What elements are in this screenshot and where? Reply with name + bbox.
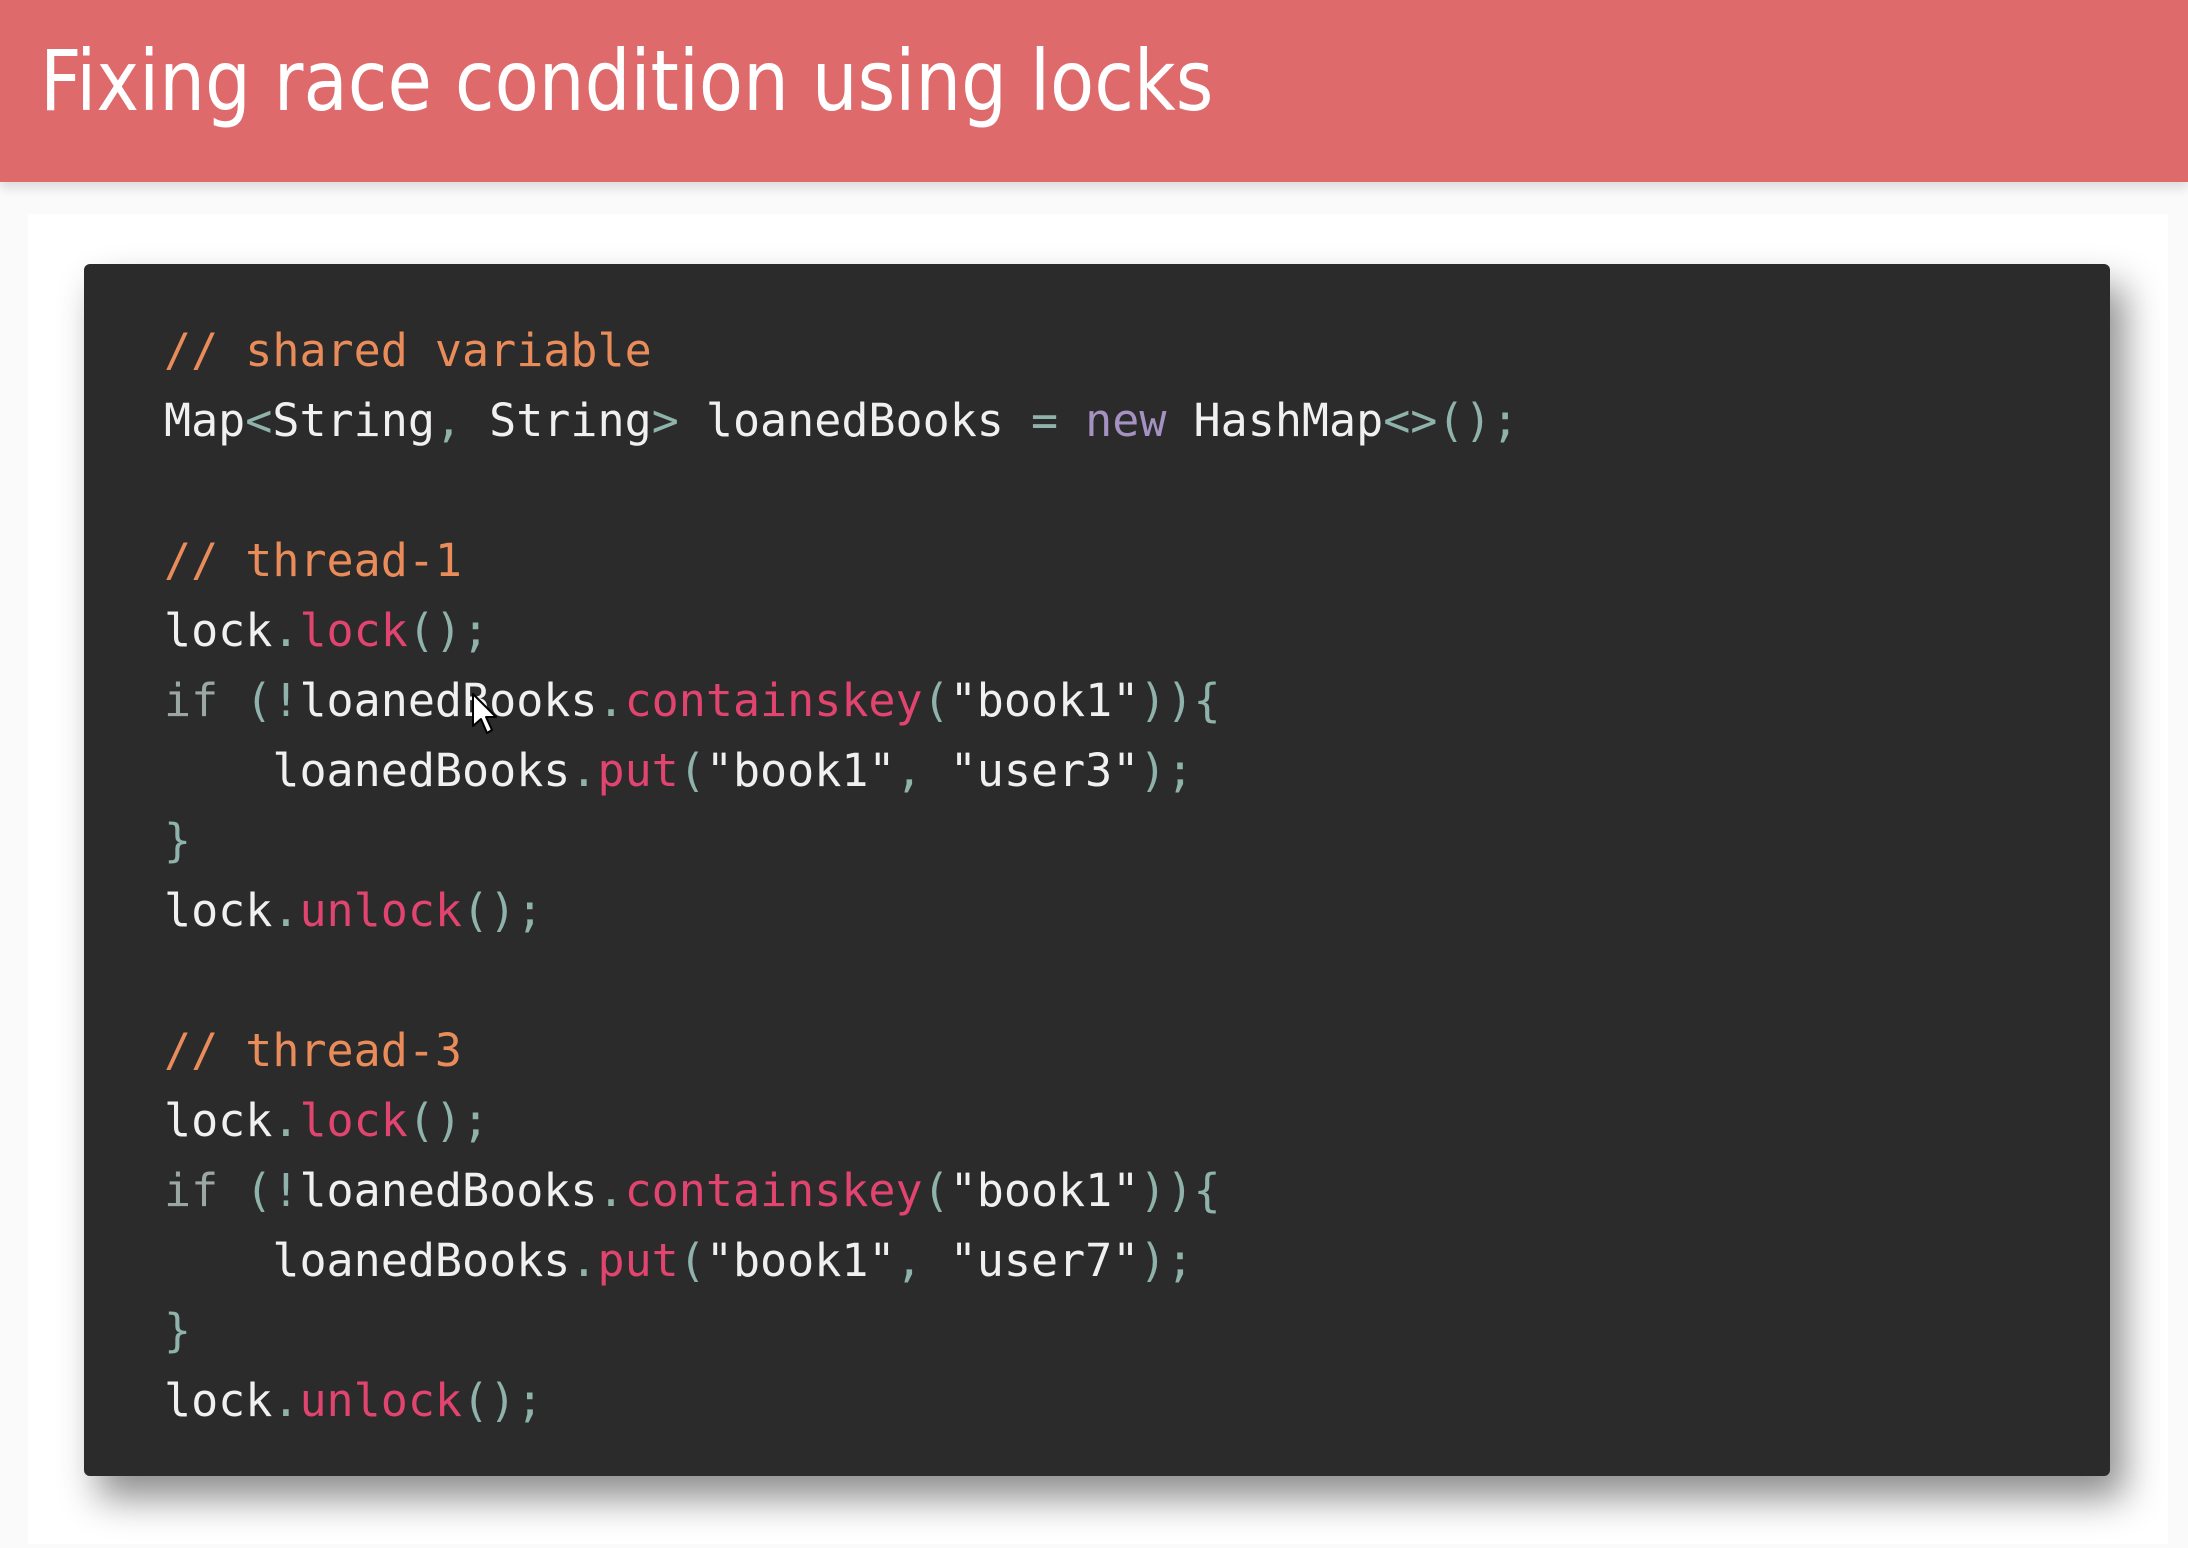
code-token: ();: [462, 1374, 544, 1427]
code-line: loanedBooks.put("book1", "user7");: [164, 1226, 1519, 1296]
code-token: <>();: [1383, 394, 1519, 447]
code-token: )){: [1139, 1164, 1221, 1217]
code-token: loanedBooks: [164, 1234, 571, 1287]
code-line: lock.lock();: [164, 1086, 1519, 1156]
code-panel: // shared variable Map<String, String> lo…: [84, 264, 2110, 1476]
code-line: }: [164, 1296, 1519, 1366]
code-token: ,: [895, 744, 950, 797]
code-token: if: [164, 674, 219, 727]
code-token: (: [678, 1234, 706, 1287]
code-token: unlock: [299, 1374, 463, 1427]
code-token: .: [272, 1094, 300, 1147]
title-bar: Fixing race condition using locks: [0, 0, 2188, 182]
code-token: // shared variable: [164, 324, 652, 377]
code-token: )){: [1139, 674, 1221, 727]
code-line: // thread-3: [164, 1016, 1519, 1086]
code-token: .: [272, 604, 300, 657]
code-token: containskey: [624, 1164, 923, 1217]
code-line: if (!loanedBooks.containskey("book1")){: [164, 666, 1519, 736]
code-token: "book1": [705, 744, 896, 797]
code-token: <: [245, 394, 273, 447]
code-token: // thread-3: [164, 1024, 463, 1077]
code-token: (!: [218, 674, 300, 727]
code-token: ();: [407, 1094, 490, 1147]
code-token: loanedBooks: [299, 1164, 598, 1217]
code-token: (: [922, 1164, 950, 1217]
code-token: .: [597, 1164, 625, 1217]
code-token: lock: [164, 884, 273, 937]
code-token: >: [651, 394, 679, 447]
code-token: new: [1085, 394, 1167, 447]
code-token: }: [164, 1304, 192, 1357]
code-token: }: [164, 814, 192, 867]
code-token: ,: [434, 394, 490, 447]
slide-title: Fixing race condition using locks: [40, 32, 1214, 130]
code-token: loanedBooks: [299, 674, 598, 727]
code-line: Map<String, String> loanedBooks = new Ha…: [164, 386, 1519, 456]
mouse-pointer-icon: [472, 693, 497, 734]
code-token: .: [570, 744, 598, 797]
code-token: "book1": [949, 674, 1140, 727]
code-line: loanedBooks.put("book1", "user3");: [164, 736, 1519, 806]
code-line: if (!loanedBooks.containskey("book1")){: [164, 1156, 1519, 1226]
code-line: // thread-1: [164, 526, 1519, 596]
code-token: put: [597, 1234, 679, 1287]
code-token: .: [272, 1374, 300, 1427]
code-token: (: [922, 674, 950, 727]
code-token: loanedBooks: [164, 744, 571, 797]
code-line: lock.unlock();: [164, 876, 1519, 946]
code-token: // thread-1: [164, 534, 463, 587]
code-token: containskey: [624, 674, 923, 727]
code-token: ();: [462, 884, 544, 937]
code-token: lock: [164, 1094, 273, 1147]
code-token: ,: [895, 1234, 950, 1287]
code-token: "book1": [705, 1234, 896, 1287]
code-token: lock: [299, 604, 408, 657]
code-token: lock: [164, 1374, 273, 1427]
code-token: "user7": [949, 1234, 1140, 1287]
code-token: HashMap: [1166, 394, 1384, 447]
code-token: =: [1030, 394, 1059, 447]
code-token: lock: [164, 604, 273, 657]
code-token: );: [1139, 744, 1194, 797]
code-block: // shared variable Map<String, String> lo…: [164, 316, 1519, 1436]
code-token: String: [489, 394, 652, 447]
code-token: ();: [407, 604, 490, 657]
code-line: lock.lock();: [164, 596, 1519, 666]
code-token: put: [597, 744, 679, 797]
code-token: "user3": [949, 744, 1140, 797]
code-line: }: [164, 806, 1519, 876]
code-token: if: [164, 1164, 219, 1217]
code-token: .: [570, 1234, 598, 1287]
code-token: String: [272, 394, 435, 447]
code-token: "book1": [949, 1164, 1140, 1217]
code-token: );: [1139, 1234, 1194, 1287]
code-token: (!: [218, 1164, 300, 1217]
code-token: lock: [299, 1094, 408, 1147]
code-line: lock.unlock();: [164, 1366, 1519, 1436]
code-token: .: [272, 884, 300, 937]
code-token: loanedBooks: [678, 394, 1031, 447]
code-token: Map: [164, 394, 246, 447]
code-token: .: [597, 674, 625, 727]
code-line: // shared variable: [164, 316, 1519, 386]
code-token: (: [678, 744, 706, 797]
code-token: unlock: [299, 884, 463, 937]
